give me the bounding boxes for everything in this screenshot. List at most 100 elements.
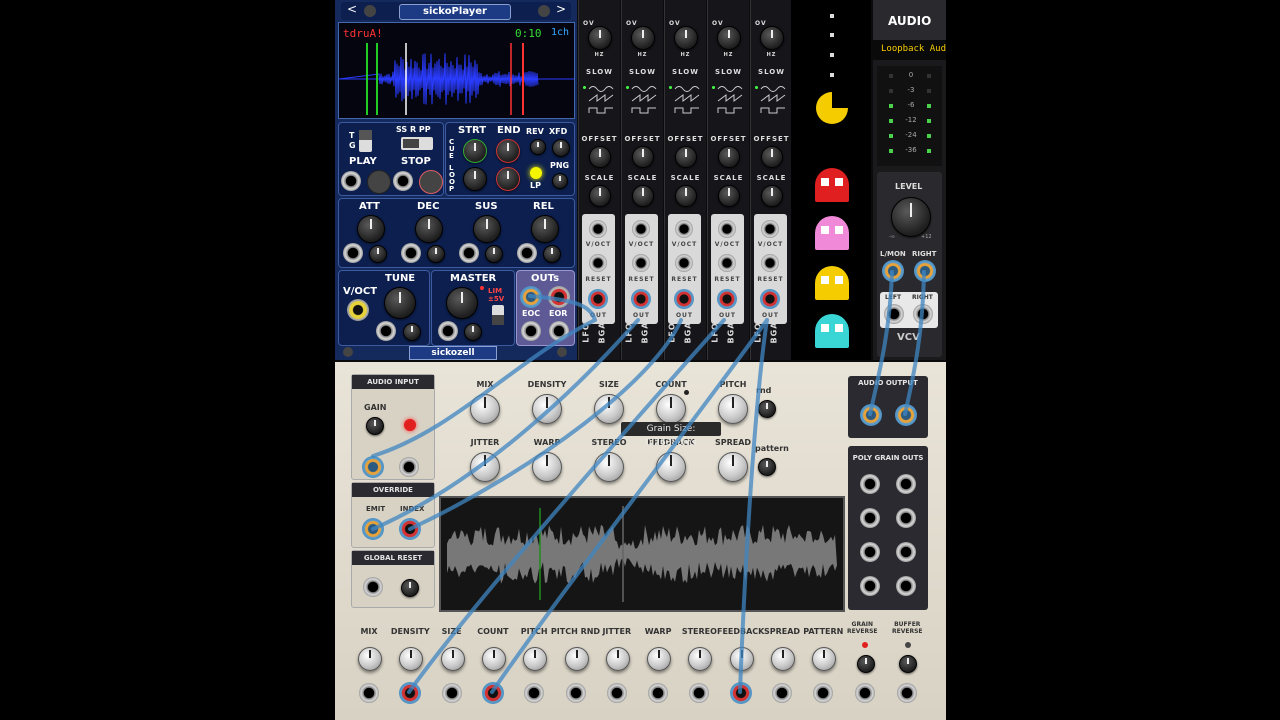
warp-knob[interactable] [532, 452, 562, 482]
waveform-display[interactable]: tdruA! 0:10 1ch [338, 22, 575, 119]
loop-led[interactable] [530, 167, 542, 179]
env-dec-knob[interactable] [415, 215, 443, 243]
lfo-wave-selector[interactable] [669, 84, 702, 124]
lfo-wave-selector[interactable] [626, 84, 659, 124]
grain-out-right[interactable] [895, 404, 917, 426]
grain-waveform-display[interactable] [439, 496, 845, 612]
jitter-cv-knob[interactable] [605, 647, 630, 671]
audio-in-right-jack[interactable] [399, 457, 419, 477]
size-cv-input[interactable] [441, 683, 462, 703]
mix-cv-input[interactable] [359, 683, 379, 703]
out-right-jack[interactable] [548, 286, 570, 308]
global-reset-input[interactable] [363, 577, 383, 597]
tune-att-knob[interactable] [403, 323, 421, 341]
lfo-reset-input[interactable] [675, 254, 693, 272]
env-sus-knob[interactable] [473, 215, 501, 243]
lfo-offset-knob[interactable] [632, 146, 654, 168]
lfo-voct-input[interactable] [589, 220, 607, 238]
buffer-reverse-button[interactable] [899, 655, 917, 673]
env-att-cv-input[interactable] [343, 243, 363, 263]
cue-end-knob[interactable] [496, 139, 520, 163]
jitter-knob[interactable] [470, 452, 500, 482]
lfo-voct-input[interactable] [632, 220, 650, 238]
grain-reverse-button[interactable] [857, 655, 875, 673]
rev-button[interactable] [530, 139, 546, 155]
eoc-output[interactable] [521, 321, 541, 341]
lfo-offset-knob[interactable] [589, 146, 611, 168]
lfo-voct-input[interactable] [675, 220, 693, 238]
audio-device-display[interactable]: Loopback Aud [873, 40, 946, 60]
tg-switch[interactable] [359, 130, 372, 152]
poly-grain-out-jack[interactable] [896, 474, 916, 494]
feedback-cv-input[interactable] [729, 682, 752, 704]
gain-knob[interactable] [366, 417, 384, 435]
lfo-voct-input[interactable] [761, 220, 779, 238]
mix-cv-knob[interactable] [358, 647, 382, 671]
count-cv-input[interactable] [481, 682, 504, 704]
lfo-scale-knob[interactable] [761, 185, 783, 207]
global-reset-button[interactable] [401, 579, 419, 597]
env-sus-att-knob[interactable] [485, 245, 503, 263]
lfo-wave-selector[interactable] [583, 84, 616, 124]
tune-knob[interactable] [384, 287, 416, 319]
play-trigger-input[interactable] [341, 171, 361, 191]
lfo-out-jack[interactable] [760, 289, 780, 309]
level-knob[interactable] [891, 197, 931, 237]
spread-cv-input[interactable] [772, 683, 792, 703]
density-cv-input[interactable] [399, 682, 422, 704]
lfo-scale-knob[interactable] [632, 185, 654, 207]
lfo-rate-knob[interactable] [674, 26, 698, 50]
lfo-reset-input[interactable] [632, 254, 650, 272]
env-dec-att-knob[interactable] [427, 245, 445, 263]
lfo-rate-knob[interactable] [717, 26, 741, 50]
env-rel-cv-input[interactable] [517, 243, 537, 263]
loop-start-knob[interactable] [463, 167, 487, 191]
lfo-rate-knob[interactable] [631, 26, 655, 50]
input-right-jack[interactable] [914, 260, 936, 282]
env-att-knob[interactable] [357, 215, 385, 243]
poly-grain-out-jack[interactable] [860, 576, 880, 596]
lfo-reset-input[interactable] [761, 254, 779, 272]
poly-grain-out-jack[interactable] [896, 576, 916, 596]
count-cv-knob[interactable] [481, 647, 506, 671]
lfo-out-jack[interactable] [588, 289, 608, 309]
voct-input[interactable] [347, 299, 369, 321]
grain-reverse-input[interactable] [855, 683, 875, 703]
env-dec-cv-input[interactable] [401, 243, 421, 263]
pitch-rnd-cv-input[interactable] [565, 683, 586, 703]
lfo-offset-knob[interactable] [761, 146, 783, 168]
next-arrow-icon[interactable]: > [556, 2, 566, 16]
lfo-scale-knob[interactable] [589, 185, 611, 207]
poly-grain-out-jack[interactable] [896, 508, 916, 528]
warp-cv-input[interactable] [648, 683, 669, 703]
emit-input[interactable] [362, 518, 384, 540]
lfo-reset-input[interactable] [589, 254, 607, 272]
lfo-reset-input[interactable] [718, 254, 736, 272]
index-input[interactable] [399, 518, 421, 540]
master-knob[interactable] [446, 287, 478, 319]
feedback-cv-knob[interactable] [729, 647, 754, 671]
pattern-cv-input[interactable] [813, 683, 834, 703]
cue-start-knob[interactable] [463, 139, 487, 163]
lfo-wave-selector[interactable] [712, 84, 745, 124]
pitch-cv-knob[interactable] [523, 647, 548, 671]
pattern-knob[interactable] [758, 458, 776, 476]
tune-cv-input[interactable] [376, 321, 396, 341]
buffer-reverse-input[interactable] [897, 683, 917, 703]
pitch-knob[interactable] [718, 394, 748, 424]
eor-output[interactable] [549, 321, 569, 341]
play-button[interactable] [367, 170, 391, 194]
lfo-offset-knob[interactable] [718, 146, 740, 168]
poly-grain-out-jack[interactable] [896, 542, 916, 562]
env-sus-cv-input[interactable] [459, 243, 479, 263]
size-knob[interactable] [594, 394, 624, 424]
stop-trigger-input[interactable] [393, 171, 413, 191]
stereo-cv-input[interactable] [689, 683, 710, 703]
rnd-knob[interactable] [758, 400, 776, 418]
feedback-knob[interactable] [656, 452, 686, 482]
lfo-out-jack[interactable] [631, 289, 651, 309]
grain-out-left[interactable] [860, 404, 882, 426]
stereo-knob[interactable] [594, 452, 624, 482]
env-rel-att-knob[interactable] [543, 245, 561, 263]
pitch-cv-input[interactable] [524, 683, 545, 703]
